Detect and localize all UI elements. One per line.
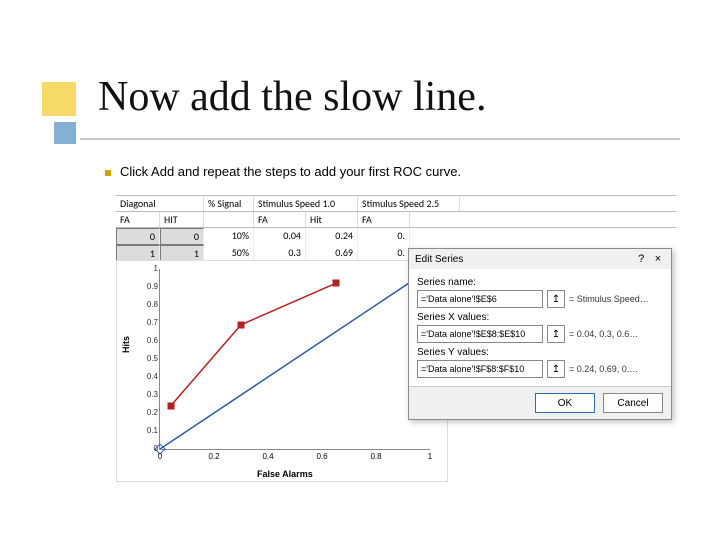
point-s1-2 — [332, 280, 339, 287]
x-axis-label: False Alarms — [257, 469, 313, 479]
series-x-preview: = 0.04, 0.3, 0.6… — [569, 329, 663, 339]
dialog-title: Edit Series — [415, 254, 463, 265]
header-row-1: Diagonal % Signal Stimulus Speed 1.0 Sti… — [116, 195, 676, 212]
ytick: 1 — [138, 264, 158, 273]
bullet-icon — [105, 170, 111, 176]
series-y-preview: = 0.24, 0.69, 0.… — [569, 364, 663, 374]
sub-s25-fa: FA — [358, 212, 410, 227]
ytick: 0 — [138, 444, 158, 453]
ytick: 0.1 — [138, 426, 158, 435]
xtick: 0 — [158, 452, 162, 461]
plot-area: 0 0.1 0.2 0.3 0.4 0.5 0.6 0.7 0.8 0.9 1 … — [159, 269, 430, 450]
series-x-input[interactable] — [417, 325, 543, 343]
ytick: 0.8 — [138, 300, 158, 309]
collapse-icon[interactable]: ↥ — [547, 325, 565, 343]
cancel-button[interactable]: Cancel — [603, 393, 663, 413]
cell[interactable]: 0 — [116, 228, 160, 245]
label-series-x: Series X values: — [417, 312, 663, 323]
xtick: 0.8 — [370, 452, 381, 461]
ytick: 0.3 — [138, 390, 158, 399]
dialog-body: Series name: ↥ = Stimulus Speed… Series … — [409, 269, 671, 386]
series-name-preview: = Stimulus Speed… — [569, 294, 663, 304]
hdr-diagonal: Diagonal — [116, 196, 204, 211]
hdr-pct-signal: % Signal — [204, 196, 254, 211]
xtick: 0.2 — [208, 452, 219, 461]
y-axis-label: Hits — [121, 336, 131, 353]
chart-svg — [160, 269, 430, 449]
xtick: 0.6 — [316, 452, 327, 461]
sub-blank — [204, 212, 254, 227]
point-s1-0 — [167, 402, 174, 409]
ytick: 0.6 — [138, 336, 158, 345]
slide-title: Now add the slow line. — [98, 73, 486, 121]
collapse-icon[interactable]: ↥ — [547, 290, 565, 308]
collapse-icon[interactable]: ↥ — [547, 360, 565, 378]
hdr-speed-1: Stimulus Speed 1.0 — [254, 196, 358, 211]
cell[interactable]: 0.04 — [254, 228, 306, 245]
close-icon[interactable]: × — [651, 253, 665, 265]
accent-square-blue — [54, 122, 76, 144]
ytick: 0.2 — [138, 408, 158, 417]
xtick: 1 — [428, 452, 432, 461]
table-row: 0 0 10% 0.04 0.24 0. — [116, 228, 676, 245]
sub-s1-hit: Hit — [306, 212, 358, 227]
ytick: 0.5 — [138, 354, 158, 363]
dialog-buttons: OK Cancel — [409, 386, 671, 419]
point-s1-1 — [238, 321, 245, 328]
accent-rule — [80, 138, 680, 140]
cell[interactable]: 10% — [204, 228, 254, 245]
dialog-titlebar[interactable]: Edit Series ? × — [409, 249, 671, 269]
cell[interactable]: 0 — [160, 228, 204, 245]
accent-square-yellow — [42, 82, 76, 116]
ytick: 0.4 — [138, 372, 158, 381]
ytick: 0.9 — [138, 282, 158, 291]
ytick: 0.7 — [138, 318, 158, 327]
cell[interactable]: 0. — [358, 228, 410, 245]
series-y-input[interactable] — [417, 360, 543, 378]
cell[interactable]: 0.24 — [306, 228, 358, 245]
sub-diag-hit: HIT — [160, 212, 204, 227]
series-diagonal — [160, 269, 430, 449]
slide-subtitle: Click Add and repeat the steps to add yo… — [120, 164, 461, 179]
label-series-y: Series Y values: — [417, 347, 663, 358]
help-icon[interactable]: ? — [634, 253, 648, 265]
hdr-speed-25: Stimulus Speed 2.5 — [358, 196, 460, 211]
xtick: 0.4 — [262, 452, 273, 461]
header-row-2: FA HIT FA Hit FA — [116, 212, 676, 228]
ok-button[interactable]: OK — [535, 393, 595, 413]
sub-s1-fa: FA — [254, 212, 306, 227]
sub-diag-fa: FA — [116, 212, 160, 227]
slide-accent — [42, 82, 102, 142]
roc-chart[interactable]: Hits False Alarms 0 0.1 0.2 0.3 0.4 0.5 … — [116, 260, 448, 482]
series-name-input[interactable] — [417, 290, 543, 308]
edit-series-dialog: Edit Series ? × Series name: ↥ = Stimulu… — [408, 248, 672, 420]
label-series-name: Series name: — [417, 277, 663, 288]
